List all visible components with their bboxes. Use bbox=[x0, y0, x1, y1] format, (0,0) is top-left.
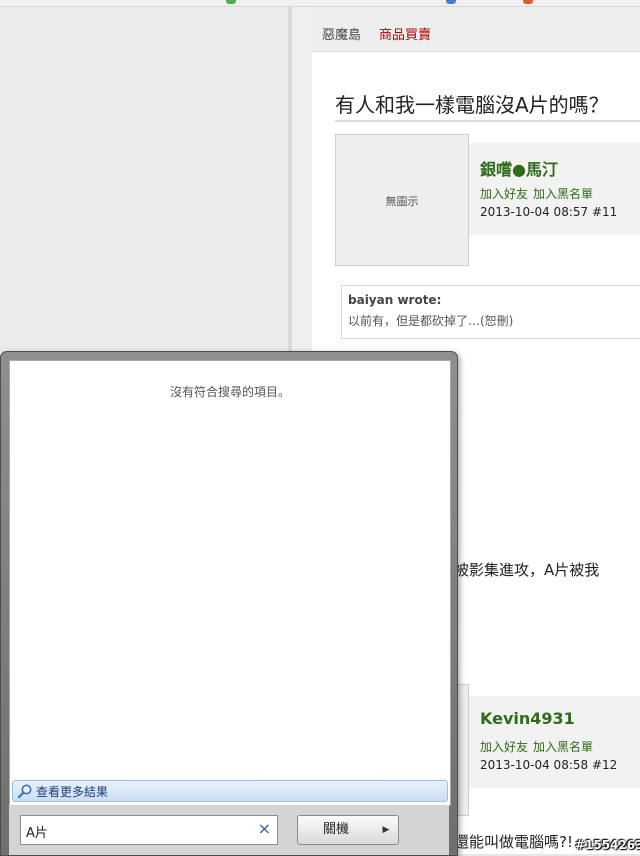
bookmark-icon[interactable] bbox=[226, 0, 236, 4]
quote-text: 以前有，但是都砍掉了…(恕刪) bbox=[348, 314, 514, 328]
post-header: 銀嚐●馬汀 加入好友 加入黑名單 2013-10-04 08:57 #11 bbox=[469, 143, 640, 235]
breadcrumb-section[interactable]: 商品買賣 bbox=[379, 24, 431, 43]
bookmarks-bar bbox=[0, 0, 640, 7]
start-search-popup: 沒有符合搜尋的項目。 查看更多結果 A片 × 關機 ▶ bbox=[0, 351, 458, 856]
shutdown-button[interactable]: 關機 bbox=[297, 815, 375, 845]
search-input[interactable]: A片 × bbox=[20, 815, 278, 845]
see-more-results-label: 查看更多結果 bbox=[36, 785, 109, 799]
avatar-placeholder-text: 無圖示 bbox=[385, 195, 419, 208]
shutdown-options-button[interactable]: ▶ bbox=[374, 815, 399, 845]
post-meta: 2013-10-04 08:58 #12 bbox=[480, 758, 617, 772]
post-body-text: 被影集進攻，A片被我 bbox=[454, 561, 600, 579]
add-blacklist-link[interactable]: 加入黑名單 bbox=[533, 187, 593, 201]
post-datetime: 2013-10-04 08:57 bbox=[480, 205, 589, 219]
magnifier-icon bbox=[17, 784, 32, 799]
post-author[interactable]: Kevin4931 bbox=[480, 709, 575, 728]
avatar[interactable]: 無圖示 bbox=[335, 134, 469, 266]
chevron-right-icon: ▶ bbox=[382, 825, 390, 835]
search-bar-area: A片 × 關機 ▶ bbox=[9, 805, 449, 855]
post-actions: 加入好友 加入黑名單 bbox=[480, 185, 598, 202]
breadcrumb-forum[interactable]: 惡魔島 bbox=[322, 24, 361, 43]
post-author[interactable]: 銀嚐●馬汀 bbox=[480, 156, 558, 180]
post-header: Kevin4931 加入好友 加入黑名單 2013-10-04 08:58 #12 bbox=[469, 696, 640, 788]
thread-title: 有人和我一樣電腦沒A片的嗎？ bbox=[335, 93, 609, 117]
post-actions: 加入好友 加入黑名單 bbox=[480, 738, 598, 755]
watermark: #1554263 bbox=[575, 838, 640, 852]
add-friend-link[interactable]: 加入好友 bbox=[480, 740, 528, 754]
post-meta: 2013-10-04 08:57 #11 bbox=[480, 205, 617, 219]
search-results-pane: 沒有符合搜尋的項目。 查看更多結果 bbox=[9, 360, 451, 806]
see-more-results-button[interactable]: 查看更多結果 bbox=[12, 780, 448, 802]
post-number[interactable]: #12 bbox=[592, 758, 617, 772]
quote-block: baiyan wrote: 以前有，但是都砍掉了…(恕刪) bbox=[341, 285, 640, 339]
search-input-value: A片 bbox=[26, 826, 48, 841]
post-datetime: 2013-10-04 08:58 bbox=[480, 758, 589, 772]
bookmark-icon[interactable] bbox=[523, 0, 533, 4]
title-divider bbox=[335, 120, 640, 122]
bookmark-icon[interactable] bbox=[446, 0, 456, 4]
add-blacklist-link[interactable]: 加入黑名單 bbox=[533, 740, 593, 754]
forum-nav: 惡魔島 商品買賣 bbox=[312, 7, 640, 52]
post-number[interactable]: #11 bbox=[592, 205, 617, 219]
clear-search-icon[interactable]: × bbox=[258, 819, 271, 838]
post-body-text: 還能叫做電腦嗎?! bbox=[454, 833, 573, 851]
no-results-message: 沒有符合搜尋的項目。 bbox=[169, 385, 290, 399]
quote-author: baiyan wrote: bbox=[348, 293, 442, 307]
add-friend-link[interactable]: 加入好友 bbox=[480, 187, 528, 201]
